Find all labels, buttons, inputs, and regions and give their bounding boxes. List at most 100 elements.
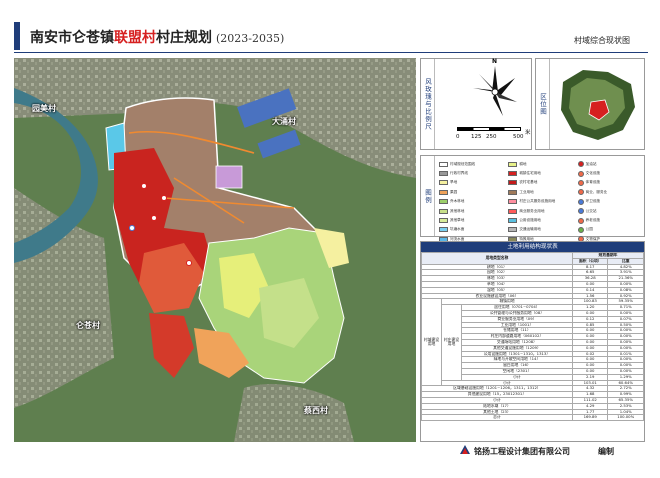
header-accent-bar — [14, 22, 20, 50]
legend-label: 其他林地 — [450, 208, 465, 213]
legend-label: 环卫设施 — [585, 199, 601, 204]
legend-item: 农村宅基地 — [508, 179, 574, 187]
legend-swatch — [577, 208, 584, 215]
scale-tick-125: 125 — [471, 134, 482, 140]
legend-label: 交通运输用地 — [519, 227, 541, 232]
legend-swatch — [508, 227, 518, 233]
legend-swatch — [577, 161, 584, 168]
legend-label: 果园 — [450, 189, 458, 194]
legend-swatch — [439, 171, 448, 177]
legend-swatch — [508, 199, 518, 205]
place-label-dayong: 大涌村 — [272, 117, 296, 126]
group-label-village-construction: 村域建设用地 — [421, 298, 442, 387]
legend-item: 养老设施 — [577, 216, 644, 224]
aerial-map: 园美村 大涌村 仑苍村 蔡西村 — [14, 58, 416, 442]
legend-grid: 村域规划范围线 耕地 加油站行政村界线 城镇住宅用地 文化设施旱地 农村宅基地 体育设施果园… — [439, 160, 644, 244]
legend-item: 公用设施用地 — [508, 216, 574, 224]
header-divider — [14, 52, 648, 53]
legend-label: 城镇住宅用地 — [519, 171, 541, 176]
legend-label: 旱地 — [450, 180, 458, 185]
north-label: N — [492, 58, 498, 65]
title-prefix: 南安市仑苍镇 — [30, 30, 114, 46]
legend-item: 乔木林地 — [439, 198, 505, 206]
legend-label: 行政村界线 — [450, 171, 468, 176]
legend-swatch — [577, 198, 584, 205]
legend-item: 村域规划范围线 — [439, 160, 505, 168]
page-title: 南安市仑苍镇联盟村村庄规划 (2023-2035) — [30, 27, 284, 47]
facility-marker-5 — [129, 225, 135, 231]
legend-swatch — [439, 199, 448, 205]
table-header-row: 用地类型名称 规划基期年 — [421, 252, 645, 265]
legend-swatch — [439, 189, 448, 195]
legend-swatch — [508, 171, 518, 177]
legend-label: 乔木林地 — [450, 199, 465, 204]
legend-item: 耕地 — [508, 160, 574, 168]
legend-swatch — [439, 208, 448, 214]
legend-swatch — [508, 208, 518, 214]
compass-panel-label: 风玫瑰与比例尺 — [421, 59, 435, 149]
legend-swatch — [439, 161, 448, 167]
row-pct: 100.00% — [607, 414, 644, 422]
map-subtitle: 村域综合现状图 — [574, 36, 630, 45]
legend-item: 加油站 — [577, 160, 644, 168]
legend-swatch — [508, 180, 518, 186]
legend-item: 其他草地 — [439, 216, 505, 224]
location-panel: 区位图 — [535, 58, 645, 150]
compass-panel: 风玫瑰与比例尺 N 0 125 250 500 米 — [420, 58, 532, 150]
title-highlight: 联盟村 — [114, 30, 156, 46]
legend-swatch — [577, 170, 584, 177]
scale-bar: 0 125 250 500 米 — [456, 127, 531, 145]
legend-swatch — [439, 180, 448, 186]
facility-marker-1 — [141, 183, 147, 189]
title-years: (2023-2035) — [216, 32, 285, 45]
legend-item: 果园 — [439, 188, 505, 196]
legend-label: 工业用地 — [519, 189, 534, 194]
table-title: 土地利用结构现状表 — [421, 242, 644, 252]
land-use-table: 用地类型名称 规划基期年 面积（公顷） 比重 耕地（01） 8.17 4.82% 园地… — [421, 252, 645, 422]
legend-item: 商业服务业用地 — [508, 207, 574, 215]
legend-item: 其他林地 — [439, 207, 505, 215]
scale-unit: 米 — [525, 130, 531, 136]
legend-label: 坑塘水面 — [450, 227, 465, 232]
table-row: 总计 169.89 100.00% — [421, 414, 644, 422]
company-logo-icon — [460, 445, 470, 454]
legend-swatch — [508, 218, 518, 224]
legend-label: 加油站 — [585, 161, 597, 166]
special-land-block — [215, 165, 243, 189]
location-map-icon — [561, 70, 635, 140]
legend-swatch — [508, 161, 518, 167]
place-label-yuanmei: 园美村 — [32, 104, 56, 113]
legend-label: 养老设施 — [585, 218, 601, 223]
legend-label: 文化设施 — [585, 171, 601, 176]
legend-label: 村庄公共服务设施用地 — [519, 199, 556, 204]
map-graphic — [14, 58, 416, 442]
legend-item: 旱地 — [439, 179, 505, 187]
page-header: 南安市仑苍镇联盟村村庄规划 (2023-2035) 村域综合现状图 — [14, 22, 648, 54]
facility-marker-4 — [186, 260, 192, 266]
row-area: 169.89 — [571, 414, 609, 422]
legend-item: 坑塘水面 — [439, 226, 505, 234]
legend-item: 体育设施 — [577, 179, 644, 187]
legend-label: 耕地 — [519, 161, 527, 166]
scale-tick-0: 0 — [456, 134, 460, 140]
group-label-settlement-construction: 村庄建设用地 — [440, 304, 462, 381]
legend-item: 工业用地 — [508, 188, 574, 196]
legend-swatch — [577, 179, 584, 186]
legend-swatch — [577, 217, 584, 224]
legend-swatch — [508, 189, 518, 195]
scale-bar-graphic — [457, 127, 521, 131]
legend-label: 农村宅基地 — [519, 180, 538, 185]
legend-label: 商业服务业用地 — [519, 208, 545, 213]
header-type: 用地类型名称 — [421, 252, 573, 265]
legend-swatch — [439, 227, 448, 233]
legend-label: 村域规划范围线 — [450, 161, 476, 166]
land-use-table-panel: 土地利用结构现状表 用地类型名称 规划基期年 面积（公顷） 比重 耕地（01） 8… — [420, 241, 645, 442]
facility-marker-3 — [161, 195, 167, 201]
legend-item: 交通运输用地 — [508, 226, 574, 234]
compiled-by-label: 编制 — [598, 447, 614, 456]
legend-swatch — [577, 226, 584, 233]
legend-item: 行政村界线 — [439, 169, 505, 177]
scale-tick-500: 500 — [513, 134, 524, 140]
legend-item: 公园 — [577, 226, 644, 234]
location-panel-label: 区位图 — [536, 59, 550, 149]
